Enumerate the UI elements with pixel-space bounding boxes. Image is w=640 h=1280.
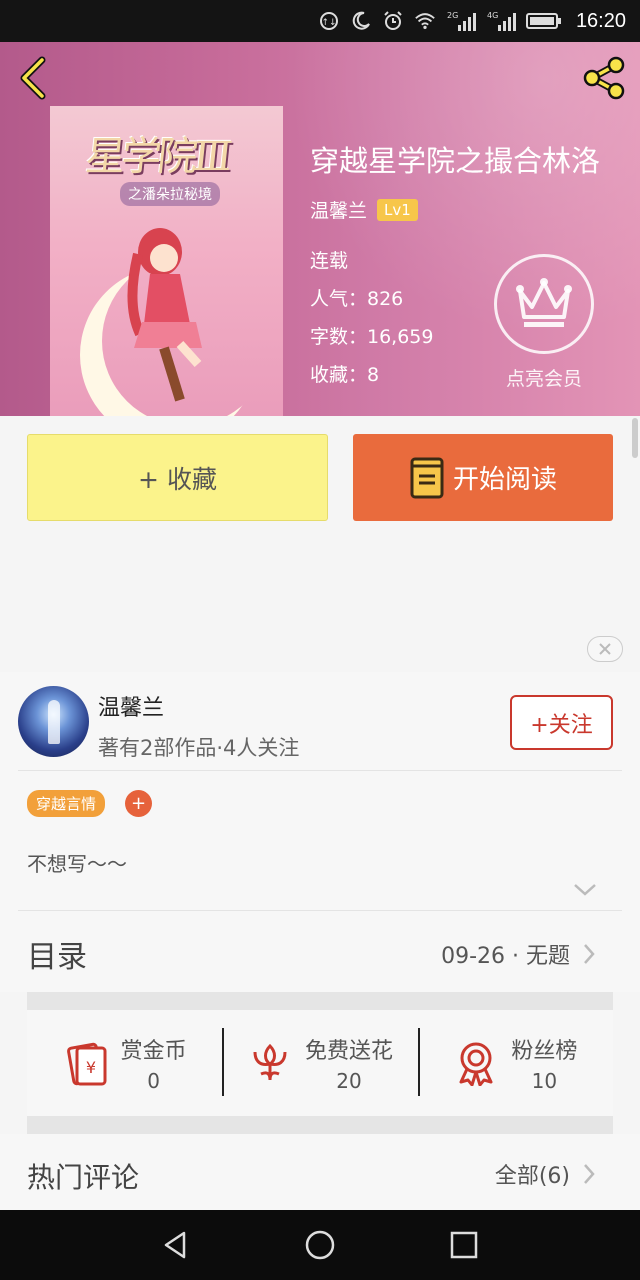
start-reading-label: 开始阅读 — [452, 465, 557, 495]
free-flower-label: 免费送花 — [304, 1039, 393, 1064]
latest-chapter: 09-26 · 无题 — [441, 944, 570, 969]
add-tag-button[interactable]: + — [125, 790, 152, 817]
home-circle-icon[interactable] — [303, 1228, 337, 1262]
start-reading-button[interactable]: 开始阅读 — [353, 434, 613, 521]
book-icon — [410, 457, 444, 498]
book-title: 穿越星学院之撮合林洛 — [310, 144, 601, 178]
svg-text:¥: ¥ — [86, 1058, 96, 1077]
follow-button[interactable]: +关注 — [510, 695, 613, 750]
fan-ranking-value: 10 — [531, 1069, 558, 1093]
level-badge: Lv1 — [377, 198, 418, 221]
popularity-stat: 人气：826 — [310, 288, 404, 310]
cover-character-illustration — [127, 228, 202, 402]
chevron-down-icon[interactable] — [572, 882, 598, 898]
free-flower-value: 20 — [336, 1069, 362, 1093]
vip-label[interactable]: 点亮会员 — [484, 364, 604, 391]
free-flower-cell[interactable]: 免费送花 20 — [222, 1010, 417, 1116]
network-4g-label: 4G — [487, 11, 498, 20]
hot-comments-row[interactable]: 热门评论 全部(6) — [0, 1134, 640, 1210]
data-saver-icon: ↑↓ — [318, 10, 340, 32]
author-card-subtitle: 著有2部作品·4人关注 — [98, 736, 300, 760]
crown-icon — [516, 278, 572, 327]
catalog-row[interactable]: 目录 09-26 · 无题 — [0, 912, 640, 992]
book-intro: 不想写～～ — [27, 852, 127, 876]
book-header: 星学院Ⅲ 之潘朵拉秘境 穿越星学院之撮合林洛 温馨兰 Lv1 连载 人气：826… — [0, 42, 640, 416]
close-ad-button[interactable] — [587, 636, 623, 662]
chevron-right-icon — [584, 944, 595, 964]
share-icon — [583, 56, 625, 100]
author-line: 温馨兰 Lv1 — [310, 196, 418, 223]
reward-coins-value: 0 — [147, 1069, 161, 1093]
svg-text:↑↓: ↑↓ — [321, 18, 336, 28]
reward-coins-cell[interactable]: ¥ 赏金币 0 — [27, 1010, 222, 1116]
status-time: 16:20 — [575, 9, 626, 32]
hot-comments-label: 热门评论 — [27, 1161, 140, 1194]
author-card-name[interactable]: 温馨兰 — [98, 690, 164, 722]
section-spacer — [27, 992, 613, 1010]
author-name[interactable]: 温馨兰 — [310, 196, 367, 223]
word-count-stat: 字数：16,659 — [310, 326, 434, 348]
back-button[interactable] — [14, 56, 54, 100]
red-envelope-icon: ¥ — [66, 1042, 107, 1086]
alarm-icon — [382, 10, 404, 32]
divider — [18, 910, 622, 911]
share-button[interactable] — [580, 54, 628, 102]
status-bar: ↑↓ 2G 4G 16:20 — [0, 0, 640, 42]
medal-icon — [459, 1042, 493, 1086]
favorites-stat: 收藏：8 — [310, 364, 380, 386]
battery-icon — [525, 10, 562, 32]
moon-icon — [350, 10, 372, 32]
genre-tag[interactable]: 穿越言情 — [27, 790, 106, 817]
close-icon — [599, 643, 611, 655]
back-triangle-icon[interactable] — [159, 1228, 193, 1262]
flower-icon — [253, 1043, 287, 1081]
stats-row: ¥ 赏金币 0 免费送花 20 粉丝榜 10 — [27, 1010, 613, 1116]
chevron-right-icon — [584, 1164, 595, 1184]
network-2g-label: 2G — [447, 11, 458, 20]
wifi-icon — [414, 10, 436, 32]
cover-title-art: 星学院Ⅲ — [83, 134, 231, 180]
all-comments-link[interactable]: 全部(6) — [495, 1158, 570, 1190]
divider — [18, 770, 622, 771]
chevron-left-icon — [20, 56, 46, 100]
author-card: 温馨兰 著有2部作品·4人关注 +关注 穿越言情 + 不想写～～ — [0, 672, 640, 912]
fan-ranking-label: 粉丝榜 — [511, 1039, 578, 1064]
avatar[interactable] — [18, 686, 89, 757]
section-spacer — [27, 1116, 613, 1134]
scrollbar[interactable] — [632, 418, 638, 458]
recents-square-icon[interactable] — [447, 1228, 481, 1262]
serial-status: 连载 — [310, 250, 349, 272]
fan-ranking-cell[interactable]: 粉丝榜 10 — [417, 1010, 613, 1116]
signal-4g-icon: 4G — [486, 10, 516, 32]
reward-coins-label: 赏金币 — [120, 1039, 187, 1064]
vip-button[interactable] — [494, 254, 594, 354]
collect-button[interactable]: + 收藏 — [27, 434, 328, 521]
system-navigation-bar — [0, 1210, 640, 1280]
status-icons: ↑↓ 2G 4G 16:20 — [318, 0, 626, 42]
catalog-label: 目录 — [27, 940, 87, 975]
book-cover[interactable]: 星学院Ⅲ 之潘朵拉秘境 — [50, 106, 283, 416]
signal-2g-icon: 2G — [446, 10, 476, 32]
cover-subtitle-art: 之潘朵拉秘境 — [120, 182, 220, 206]
